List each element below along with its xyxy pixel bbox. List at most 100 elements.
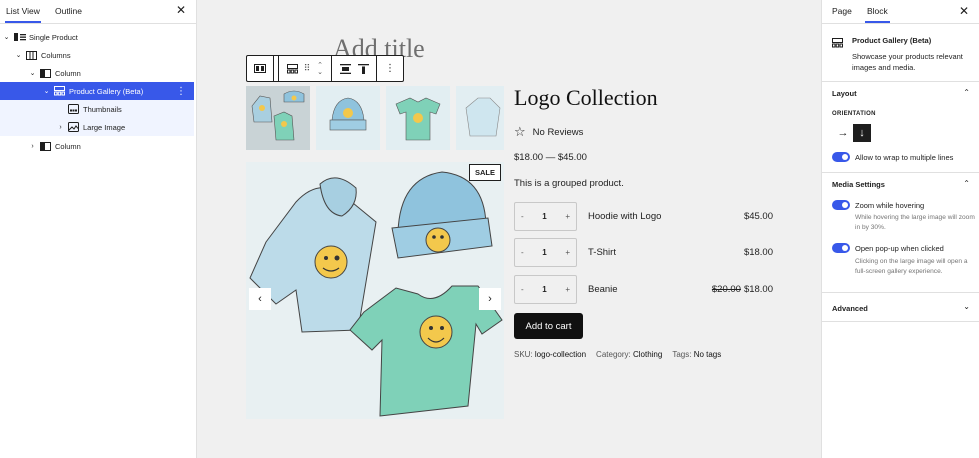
tree-item-label: Thumbnails — [83, 104, 122, 114]
chevron-right-icon[interactable]: › — [28, 143, 37, 150]
quantity-stepper[interactable]: - 1 + — [514, 202, 577, 231]
gallery-thumbnail[interactable] — [246, 86, 310, 150]
sku-value: logo-collection — [534, 350, 587, 359]
product-description: This is a grouped product. — [514, 178, 624, 189]
zoom-label: Zoom while hovering — [855, 201, 925, 210]
product-name[interactable]: Hoodie with Logo — [588, 211, 741, 222]
gallery-block-icon — [53, 86, 66, 96]
grouped-product-row: - 1 + T-Shirt $18.00 — [514, 238, 773, 267]
toolbar-group-parent — [247, 56, 274, 81]
thumbnails-icon — [67, 104, 80, 114]
orientation-vertical-button[interactable]: ↓ — [853, 124, 871, 142]
gallery-large-image[interactable]: SALE ‹ › — [246, 162, 504, 419]
category-link[interactable]: Clothing — [633, 350, 662, 359]
tree-item-column[interactable]: ⌄ Column — [0, 64, 194, 82]
tab-list-view[interactable]: List View — [5, 6, 41, 23]
tree-item-product-gallery[interactable]: ⌄ Product Gallery (Beta) ⋮ — [0, 82, 194, 100]
tags-label: Tags: — [672, 350, 692, 359]
image-icon — [67, 122, 80, 132]
current-price: $18.00 — [743, 284, 773, 295]
decrement-button[interactable]: - — [521, 248, 524, 257]
increment-button[interactable]: + — [565, 248, 570, 257]
gallery-block-icon — [832, 35, 844, 48]
column-icon — [39, 68, 52, 78]
tab-page[interactable]: Page — [832, 6, 852, 16]
justify-icon[interactable] — [336, 60, 354, 78]
gallery-thumbnail[interactable] — [316, 86, 380, 150]
gallery-thumbnail[interactable] — [386, 86, 450, 150]
tab-outline[interactable]: Outline — [55, 6, 82, 16]
tree-item-label: Large Image — [83, 122, 126, 132]
vertical-align-top-icon[interactable] — [354, 60, 372, 78]
tree-item-thumbnails[interactable]: Thumbnails — [0, 100, 194, 118]
chevron-down-icon[interactable]: ⌄ — [14, 51, 23, 59]
decrement-button[interactable]: - — [521, 212, 524, 221]
tree-item-single-product[interactable]: ⌄ Single Product — [0, 28, 194, 46]
popup-toggle[interactable] — [832, 243, 850, 253]
decrement-button[interactable]: - — [521, 285, 524, 294]
product-price: $45.00 — [741, 211, 773, 222]
increment-button[interactable]: + — [565, 212, 570, 221]
quantity-stepper[interactable]: - 1 + — [514, 275, 577, 304]
tree-item-label: Column — [55, 68, 81, 78]
chevron-up-icon[interactable]: ⌃ — [963, 179, 970, 188]
orientation-horizontal-button[interactable]: → — [834, 124, 852, 142]
product-price: $18.00 — [741, 247, 773, 258]
column-icon — [39, 141, 52, 151]
chevron-up-icon[interactable]: ⌃ — [963, 88, 970, 97]
columns-icon — [25, 50, 38, 60]
product-illustration — [249, 171, 503, 417]
next-image-button[interactable]: › — [479, 288, 501, 310]
current-price: $45.00 — [743, 211, 773, 222]
product-title: Logo Collection — [514, 85, 658, 110]
popup-label: Open pop-up when clicked — [855, 244, 944, 253]
product-name[interactable]: Beanie — [588, 284, 712, 295]
chevron-down-icon[interactable]: ⌄ — [963, 302, 970, 311]
drag-handle-icon[interactable]: ⠿ — [301, 60, 313, 78]
add-to-cart-button[interactable]: Add to cart — [514, 313, 583, 339]
tree-item-label: Columns — [41, 50, 71, 60]
quantity-value[interactable]: 1 — [542, 285, 546, 294]
chevron-down-icon[interactable]: ⌄ — [28, 69, 37, 77]
product-price: $20.00 $18.00 — [712, 284, 773, 295]
tab-block[interactable]: Block — [865, 6, 890, 23]
close-icon[interactable]: ✕ — [959, 4, 969, 18]
select-parent-icon[interactable] — [251, 60, 269, 78]
product-name[interactable]: T-Shirt — [588, 247, 741, 258]
previous-image-button[interactable]: ‹ — [249, 288, 271, 310]
move-up-down-icon[interactable]: ⌃ ⌄ — [313, 60, 327, 78]
more-options-icon[interactable]: ⋮ — [176, 86, 186, 97]
gallery-block-icon[interactable] — [283, 60, 301, 78]
chevron-down-icon[interactable]: ⌄ — [42, 87, 51, 95]
media-settings-panel-toggle[interactable]: Media Settings — [832, 180, 885, 189]
wrap-label: Allow to wrap to multiple lines — [855, 153, 954, 162]
sku-label: SKU: — [514, 350, 533, 359]
old-price: $20.00 — [711, 284, 741, 295]
quantity-stepper[interactable]: - 1 + — [514, 238, 577, 267]
tree-item-large-image[interactable]: › Large Image — [0, 118, 194, 136]
layout-panel-toggle[interactable]: Layout — [832, 89, 857, 98]
close-icon[interactable]: ✕ — [176, 4, 186, 16]
popup-help: Clicking on the large image will open a … — [855, 258, 968, 275]
more-options-icon[interactable]: ⋮ — [381, 60, 399, 78]
tree-item-column-2[interactable]: › Column — [0, 137, 194, 155]
zoom-toggle[interactable] — [832, 200, 850, 210]
tree-item-columns[interactable]: ⌄ Columns — [0, 46, 194, 64]
advanced-panel-toggle[interactable]: Advanced — [832, 304, 868, 313]
block-title: Product Gallery (Beta) — [852, 36, 932, 45]
editor-canvas: Add title ⠿ ⌃ ⌄ ⋮ SALE ‹ › Logo Collecti… — [197, 0, 821, 458]
settings-sidebar: Page Block ✕ Product Gallery (Beta) Show… — [821, 0, 979, 458]
price-range: $18.00 — $45.00 — [514, 152, 587, 163]
gallery-thumbnail[interactable] — [456, 86, 504, 150]
quantity-value[interactable]: 1 — [542, 212, 546, 221]
chevron-down-icon[interactable]: ⌄ — [2, 33, 11, 41]
list-view-tabs: List View Outline ✕ — [0, 0, 196, 24]
increment-button[interactable]: + — [565, 285, 570, 294]
quantity-value[interactable]: 1 — [542, 248, 546, 257]
wrap-toggle[interactable] — [832, 152, 850, 162]
zoom-help: While hovering the large image will zoom… — [855, 214, 975, 231]
current-price: $18.00 — [743, 247, 773, 258]
divider — [822, 172, 979, 173]
block-toolbar: ⠿ ⌃ ⌄ ⋮ — [246, 55, 404, 82]
chevron-right-icon[interactable]: › — [56, 124, 65, 131]
